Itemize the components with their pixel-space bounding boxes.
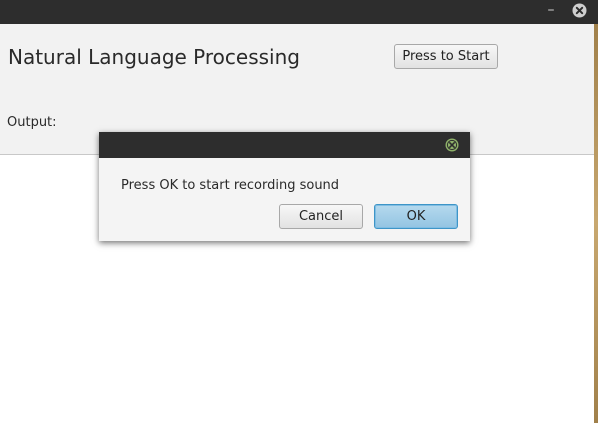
output-label: Output: <box>7 115 57 130</box>
press-to-start-button[interactable]: Press to Start <box>394 44 498 69</box>
desktop-edge <box>594 24 598 423</box>
app-window: – Natural Language Processing Press to S… <box>0 0 598 423</box>
window-titlebar: – <box>0 0 598 24</box>
confirm-dialog: Press OK to start recording sound Cancel… <box>99 132 470 241</box>
close-icon[interactable] <box>572 3 587 18</box>
dialog-close-icon[interactable] <box>445 138 459 152</box>
dialog-titlebar <box>99 132 470 158</box>
minimize-button[interactable]: – <box>545 3 557 19</box>
ok-button[interactable]: OK <box>374 204 458 229</box>
app-title: Natural Language Processing <box>8 45 300 69</box>
dialog-message: Press OK to start recording sound <box>121 178 340 193</box>
cancel-button[interactable]: Cancel <box>279 204 363 229</box>
